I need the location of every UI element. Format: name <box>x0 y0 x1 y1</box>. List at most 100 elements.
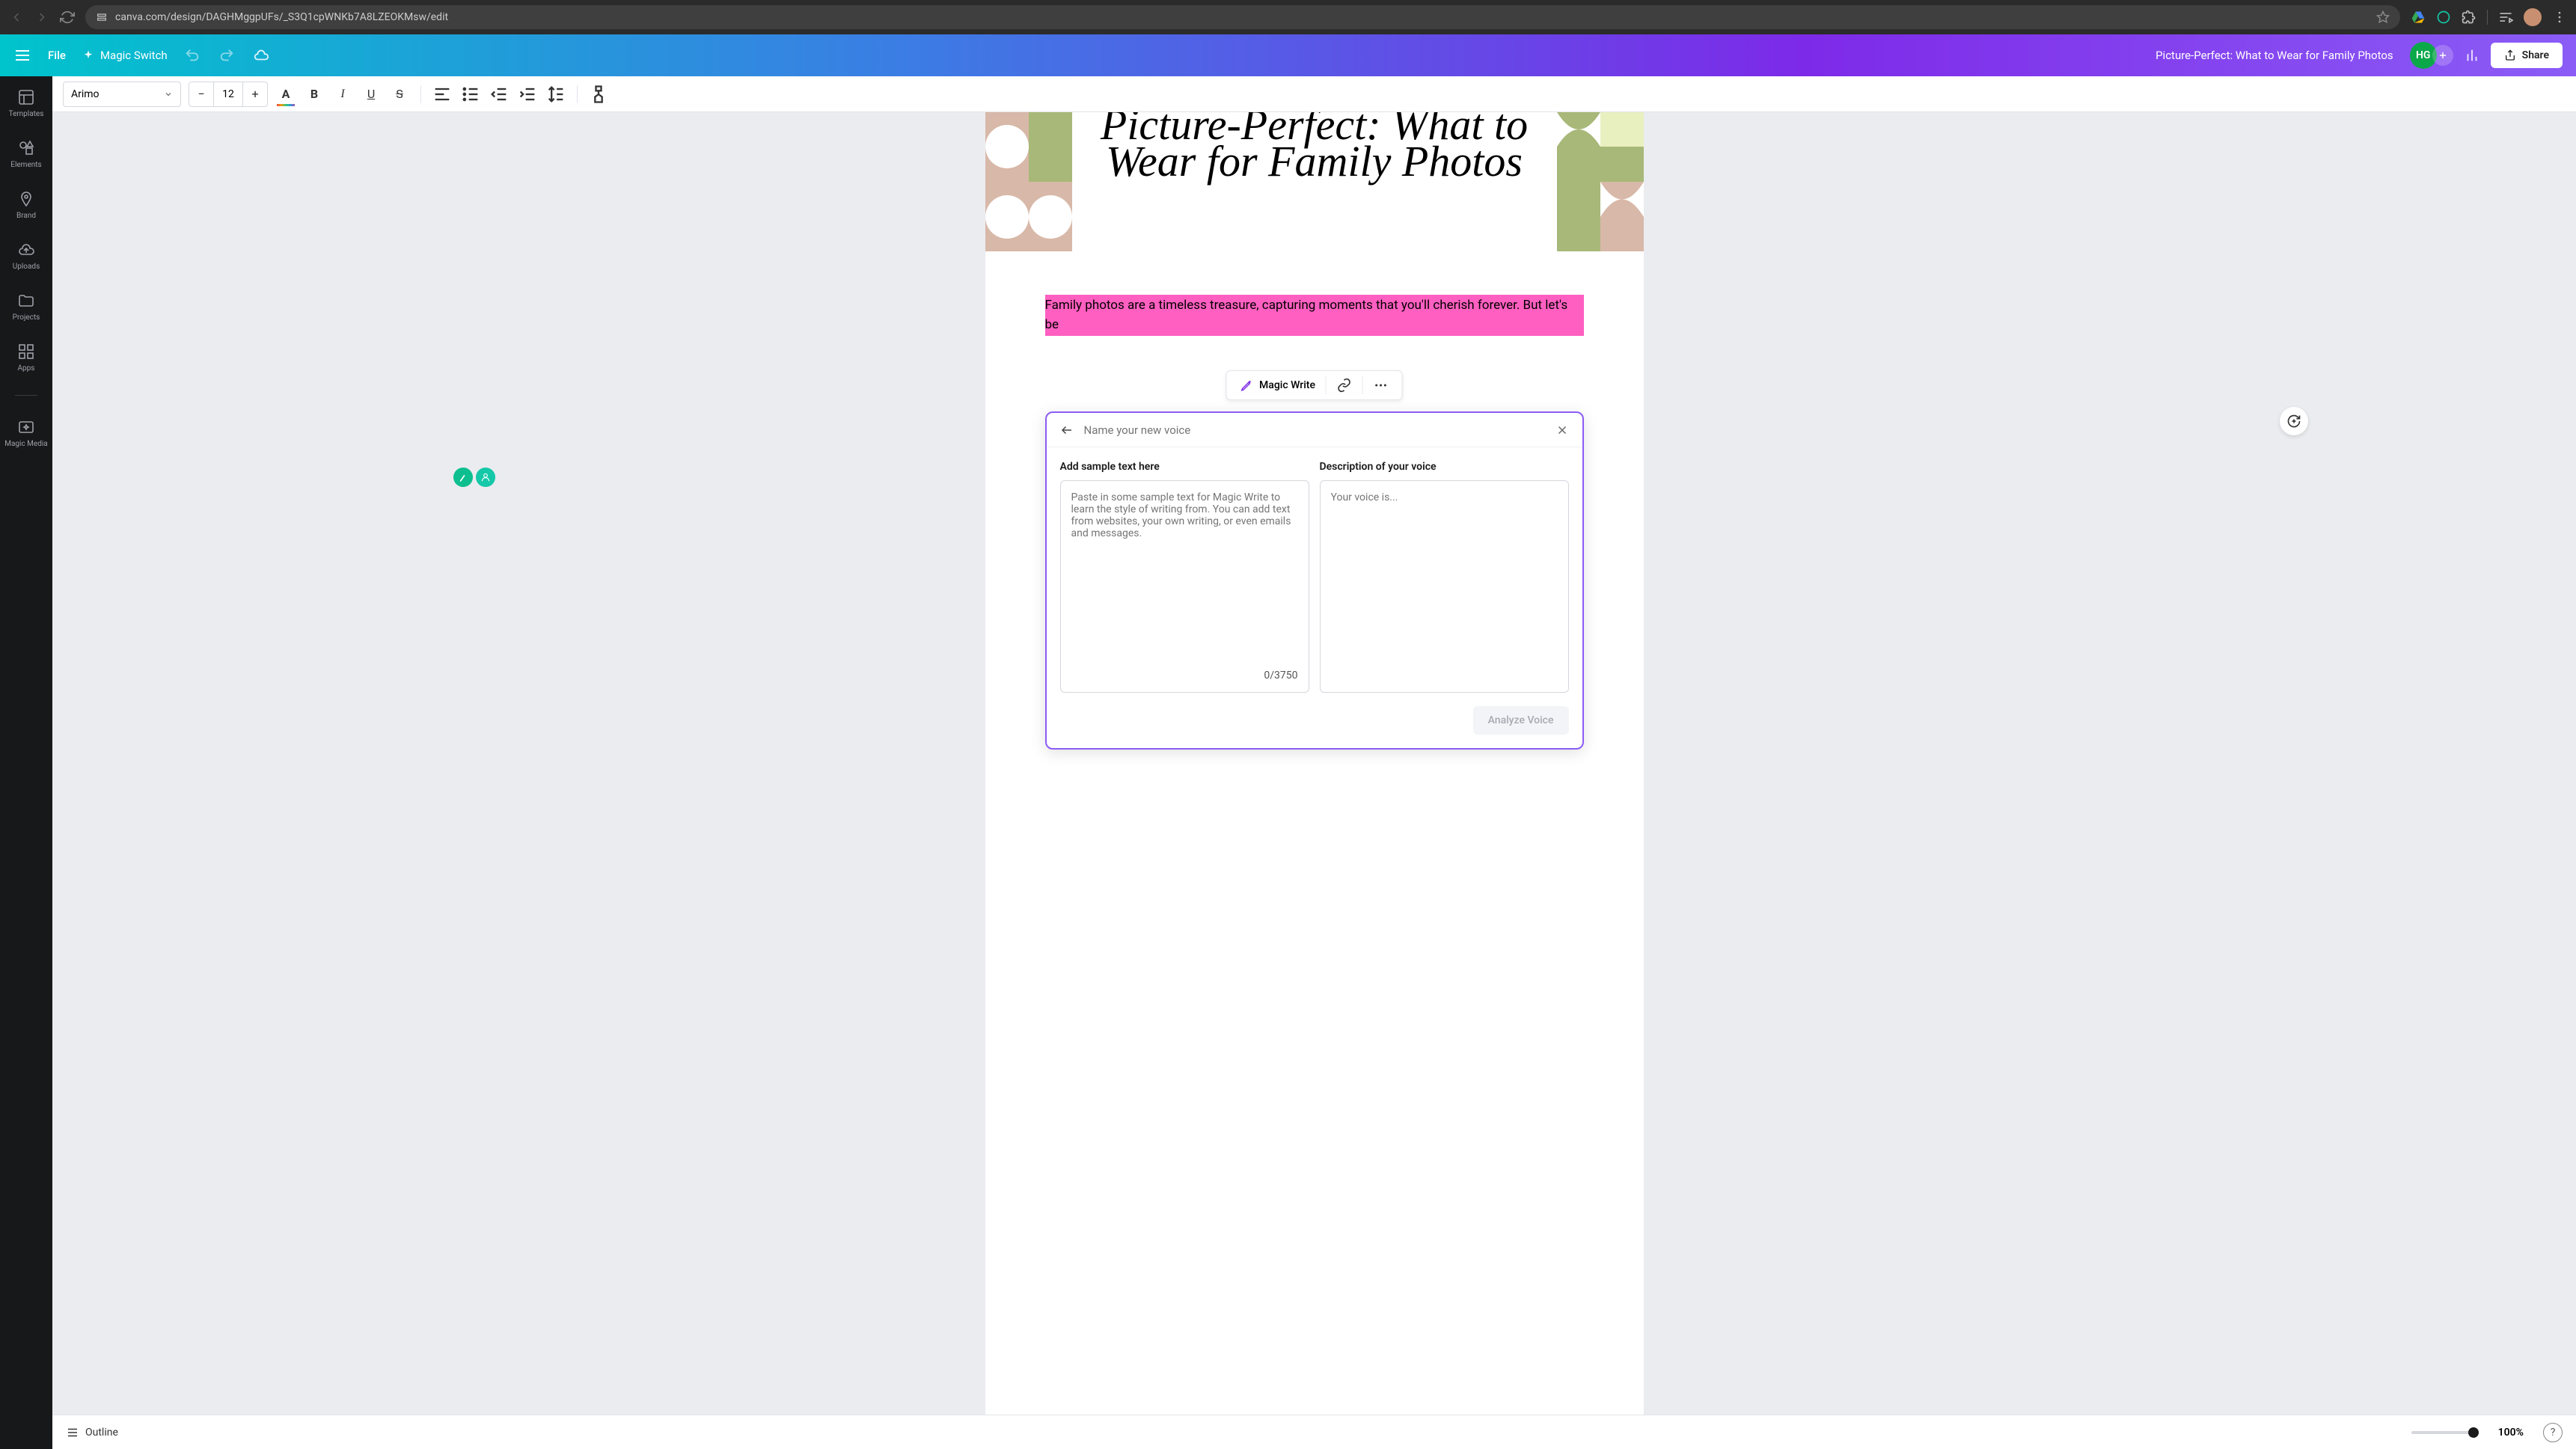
rail-magic-media[interactable]: Magic Media <box>4 418 47 448</box>
modal-footer: Analyze Voice <box>1047 706 1582 748</box>
browser-chrome: canva.com/design/DAGHMggpUFs/_S3Q1cpWNKb… <box>0 0 2576 34</box>
rail-brand[interactable]: Brand <box>16 190 36 220</box>
font-size-decrease[interactable]: − <box>189 82 213 106</box>
rail-projects[interactable]: Projects <box>13 292 40 322</box>
decoration-right <box>1557 112 1644 251</box>
magic-write-button[interactable]: Magic Write <box>1231 374 1324 396</box>
highlighted-text-selection[interactable]: Family photos are a timeless treasure, c… <box>1045 295 1584 336</box>
elements-icon <box>17 139 35 157</box>
projects-icon <box>17 292 35 310</box>
font-size-input[interactable] <box>213 82 243 106</box>
sparkle-icon <box>82 49 94 61</box>
close-icon[interactable] <box>1555 423 1569 437</box>
chrome-separator <box>2487 10 2488 25</box>
sample-text-textarea[interactable] <box>1071 491 1298 665</box>
rail-apps[interactable]: Apps <box>17 343 35 373</box>
voice-name-input[interactable] <box>1084 423 1545 437</box>
more-options-button[interactable] <box>1365 373 1398 397</box>
font-size-increase[interactable]: + <box>243 82 267 106</box>
font-size-group: − + <box>189 82 268 107</box>
italic-button[interactable]: I <box>332 84 353 105</box>
page-script-title[interactable]: Picture-Perfect: What to Wear for Family… <box>1098 112 1532 180</box>
nav-controls <box>9 10 75 25</box>
app-top-bar: File Magic Switch Picture-Perfect: What … <box>0 34 2576 76</box>
kebab-menu-icon[interactable] <box>2552 10 2567 25</box>
canvas-scroll-area[interactable]: Picture-Perfect: What to Wear for Family… <box>52 112 2576 1415</box>
playlist-icon[interactable] <box>2498 10 2513 25</box>
text-color-button[interactable]: A <box>275 84 296 105</box>
bookmark-star-icon[interactable] <box>2376 10 2390 24</box>
decoration-left <box>985 112 1072 251</box>
align-button[interactable] <box>432 84 453 105</box>
bottom-status-bar: Outline 100% ? <box>52 1415 2576 1449</box>
hamburger-menu-icon[interactable] <box>13 46 31 64</box>
document-page[interactable]: Picture-Perfect: What to Wear for Family… <box>985 112 1644 1415</box>
share-label: Share <box>2522 49 2549 61</box>
more-horizontal-icon <box>1374 378 1389 393</box>
plus-icon <box>2438 50 2448 61</box>
nav-forward-icon[interactable] <box>34 10 49 25</box>
nav-back-icon[interactable] <box>9 10 24 25</box>
rail-label: Templates <box>9 110 44 118</box>
extensions-puzzle-icon[interactable] <box>2462 10 2476 25</box>
analyze-voice-button[interactable]: Analyze Voice <box>1473 706 1569 735</box>
zoom-percentage[interactable]: 100% <box>2498 1427 2524 1439</box>
character-counter: 0/3750 <box>1264 670 1297 681</box>
cloud-sync-icon[interactable] <box>253 47 269 64</box>
font-name: Arimo <box>71 88 100 100</box>
help-button[interactable]: ? <box>2543 1423 2563 1442</box>
chrome-right-icons <box>2411 8 2567 26</box>
description-box <box>1320 480 1569 693</box>
drive-icon[interactable] <box>2411 10 2426 25</box>
document-title[interactable]: Picture-Perfect: What to Wear for Family… <box>2156 49 2393 62</box>
rail-uploads[interactable]: Uploads <box>13 241 40 271</box>
bullet-list-button[interactable] <box>460 84 481 105</box>
undo-icon[interactable] <box>184 47 201 64</box>
rail-templates[interactable]: Templates <box>9 88 44 118</box>
outdent-button[interactable] <box>489 84 510 105</box>
sample-text-column: Add sample text here 0/3750 <box>1060 461 1309 693</box>
pencil-icon <box>457 471 469 483</box>
zoom-slider-thumb[interactable] <box>2468 1427 2479 1438</box>
regenerate-floating-button[interactable] <box>2280 407 2308 435</box>
underline-button[interactable]: U <box>361 84 382 105</box>
strikethrough-button[interactable]: S <box>389 84 410 105</box>
zoom-slider[interactable] <box>2411 1431 2479 1434</box>
rail-elements[interactable]: Elements <box>10 139 41 169</box>
font-family-select[interactable]: Arimo <box>63 82 181 107</box>
line-spacing-button[interactable] <box>545 84 566 105</box>
rail-label: Uploads <box>13 263 40 271</box>
outline-icon <box>66 1426 79 1439</box>
link-button[interactable] <box>1328 373 1361 397</box>
editor-area: Arimo − + A B I U S <box>52 76 2576 1449</box>
collaborator-cursors <box>453 468 495 487</box>
apps-icon <box>17 343 35 361</box>
toolbar-separator <box>420 85 421 103</box>
bold-button[interactable]: B <box>304 84 325 105</box>
add-collaborator-button[interactable] <box>2432 45 2453 66</box>
url-bar[interactable]: canva.com/design/DAGHMggpUFs/_S3Q1cpWNKb… <box>85 5 2400 29</box>
extension-icon-1[interactable] <box>2436 10 2451 25</box>
app-bar-right: HG Share <box>2410 42 2563 69</box>
magic-switch-button[interactable]: Magic Switch <box>82 49 168 62</box>
format-painter-button[interactable] <box>588 84 609 105</box>
file-menu-button[interactable]: File <box>48 49 66 62</box>
site-settings-icon[interactable] <box>96 11 108 23</box>
indent-button[interactable] <box>517 84 538 105</box>
brand-icon <box>17 190 35 208</box>
magic-switch-label: Magic Switch <box>100 49 168 62</box>
refresh-plus-icon <box>2286 414 2301 429</box>
text-toolbar: Arimo − + A B I U S <box>52 76 2576 112</box>
sample-text-label: Add sample text here <box>1060 461 1309 473</box>
back-arrow-icon[interactable] <box>1060 423 1074 437</box>
redo-icon[interactable] <box>218 47 235 64</box>
share-arrow-icon <box>2504 49 2516 61</box>
profile-avatar[interactable] <box>2524 8 2542 26</box>
share-button[interactable]: Share <box>2491 43 2563 68</box>
description-textarea[interactable] <box>1331 491 1558 681</box>
collaborator-cursor-1 <box>452 466 474 488</box>
analytics-icon[interactable] <box>2464 47 2480 64</box>
reload-icon[interactable] <box>60 10 75 25</box>
magic-write-label: Magic Write <box>1259 379 1315 391</box>
outline-toggle-button[interactable]: Outline <box>66 1426 118 1439</box>
